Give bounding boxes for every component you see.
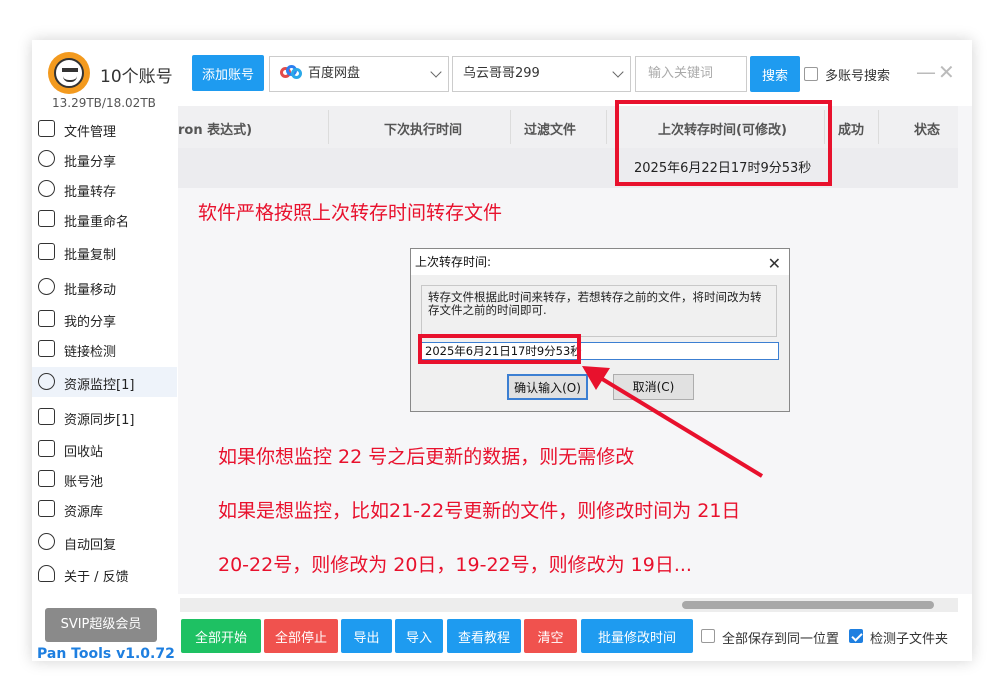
svip-button[interactable]: SVIP超级会员 bbox=[45, 608, 157, 642]
storage-usage: 13.29TB/18.02TB bbox=[52, 96, 156, 110]
sidebar-item-file-management[interactable]: 文件管理 bbox=[32, 114, 177, 144]
trash-icon bbox=[38, 440, 55, 457]
document-icon bbox=[38, 310, 55, 327]
folder-icon bbox=[38, 120, 55, 137]
sidebar-item-auto-reply[interactable]: 自动回复 bbox=[32, 527, 177, 557]
annotation-line-3: 如果是想监控，比如21-22号更新的文件，则修改时间为 21日 bbox=[218, 500, 741, 522]
annotation-line-1: 软件严格按照上次转存时间转存文件 bbox=[198, 202, 503, 224]
sidebar-item-resource-monitor[interactable]: 资源监控[1] bbox=[32, 367, 177, 397]
detect-subfolder-label: 检测子文件夹 bbox=[870, 632, 949, 647]
account-select-value: 乌云哥哥299 bbox=[463, 66, 540, 81]
search-button[interactable]: 搜索 bbox=[750, 56, 800, 92]
chevron-down-icon bbox=[430, 66, 442, 78]
app-window: 10个账号 13.29TB/18.02TB 添加账号 百度网盘 乌云哥哥299 … bbox=[32, 40, 972, 661]
column-filter[interactable]: 过滤文件 bbox=[524, 119, 576, 138]
tutorial-button[interactable]: 查看教程 bbox=[447, 619, 521, 653]
sidebar-item-resource-library[interactable]: 资源库 bbox=[32, 494, 177, 524]
start-all-button[interactable]: 全部开始 bbox=[181, 619, 261, 653]
account-select[interactable]: 乌云哥哥299 bbox=[452, 56, 631, 92]
stop-all-button[interactable]: 全部停止 bbox=[264, 619, 338, 653]
rename-icon bbox=[38, 210, 55, 227]
multi-search-checkbox[interactable] bbox=[804, 67, 818, 81]
save-same-location-checkbox[interactable] bbox=[701, 629, 715, 643]
column-next-run[interactable]: 下次执行时间 bbox=[384, 119, 462, 138]
sidebar-item-batch-transfer[interactable]: 批量转存 bbox=[32, 174, 177, 204]
clock-icon bbox=[38, 373, 55, 390]
sidebar-item-resource-sync[interactable]: 资源同步[1] bbox=[32, 402, 177, 432]
sidebar-item-batch-rename[interactable]: 批量重命名 bbox=[32, 204, 177, 234]
table-header: ron 表达式) 下次执行时间 过滤文件 上次转存时间(可修改) 成功 状态 bbox=[178, 106, 958, 148]
add-account-button[interactable]: 添加账号 bbox=[192, 55, 264, 91]
cube-icon bbox=[38, 500, 55, 517]
sidebar-item-recycle-bin[interactable]: 回收站 bbox=[32, 434, 177, 464]
import-button[interactable]: 导入 bbox=[395, 619, 443, 653]
close-icon[interactable]: ✕ bbox=[768, 251, 781, 277]
chevron-down-icon bbox=[612, 66, 624, 78]
keyword-input[interactable]: 输入关键词 bbox=[635, 56, 747, 92]
annotation-line-4: 20-22号，则修改为 20日，19-22号，则修改为 19日... bbox=[218, 554, 692, 576]
baidu-cloud-icon bbox=[280, 65, 302, 79]
minimize-icon[interactable]: — bbox=[916, 60, 936, 84]
multi-search-label: 多账号搜索 bbox=[825, 69, 891, 84]
move-icon bbox=[38, 278, 55, 295]
cloud-select[interactable]: 百度网盘 bbox=[269, 56, 449, 92]
table-row[interactable] bbox=[178, 148, 958, 188]
dialog-title: 上次转存时间: ✕ bbox=[411, 249, 789, 275]
contact-icon bbox=[38, 470, 55, 487]
sidebar-item-link-check[interactable]: 链接检测 bbox=[32, 334, 177, 364]
app-logo bbox=[48, 52, 90, 94]
sidebar-item-about-feedback[interactable]: 关于 / 反馈 bbox=[32, 559, 177, 589]
sidebar: 文件管理 批量分享 批量转存 批量重命名 批量复制 批量移动 我的分享 链接检测… bbox=[32, 112, 177, 602]
sidebar-item-account-pool[interactable]: 账号池 bbox=[32, 464, 177, 494]
save-same-location-label: 全部保存到同一位置 bbox=[722, 632, 840, 647]
transfer-icon bbox=[38, 180, 55, 197]
app-version: Pan Tools v1.0.72 bbox=[37, 646, 175, 661]
input-highlight-box bbox=[418, 334, 581, 364]
highlight-box bbox=[615, 100, 832, 186]
logo-face-icon bbox=[54, 58, 84, 88]
export-button[interactable]: 导出 bbox=[341, 619, 392, 653]
copy-icon bbox=[38, 243, 55, 260]
bell-icon bbox=[38, 565, 55, 582]
sidebar-item-batch-move[interactable]: 批量移动 bbox=[32, 272, 177, 302]
column-success[interactable]: 成功 bbox=[838, 119, 864, 138]
column-status[interactable]: 状态 bbox=[914, 119, 940, 138]
clear-button[interactable]: 清空 bbox=[524, 619, 577, 653]
sidebar-item-batch-copy[interactable]: 批量复制 bbox=[32, 237, 177, 267]
chart-icon bbox=[38, 408, 55, 425]
column-cron[interactable]: ron 表达式) bbox=[178, 119, 252, 138]
cloud-select-value: 百度网盘 bbox=[308, 66, 361, 81]
sidebar-item-batch-share[interactable]: 批量分享 bbox=[32, 144, 177, 174]
account-count: 10个账号 bbox=[100, 67, 173, 87]
share-icon bbox=[38, 150, 55, 167]
detect-subfolder-checkbox[interactable] bbox=[849, 629, 863, 643]
annotation-line-2: 如果你想监控 22 号之后更新的数据，则无需修改 bbox=[218, 446, 635, 468]
chat-icon bbox=[38, 533, 55, 550]
batch-modify-time-button[interactable]: 批量修改时间 bbox=[581, 619, 693, 653]
checklist-icon bbox=[38, 340, 55, 357]
sidebar-item-my-share[interactable]: 我的分享 bbox=[32, 304, 177, 334]
scrollbar-thumb[interactable] bbox=[682, 601, 934, 609]
close-icon[interactable]: ✕ bbox=[938, 60, 955, 84]
dialog-message: 转存文件根据此时间来转存，若想转存之前的文件，将时间改为转存文件之前的时间即可. bbox=[421, 285, 777, 337]
horizontal-scrollbar[interactable] bbox=[180, 598, 958, 612]
